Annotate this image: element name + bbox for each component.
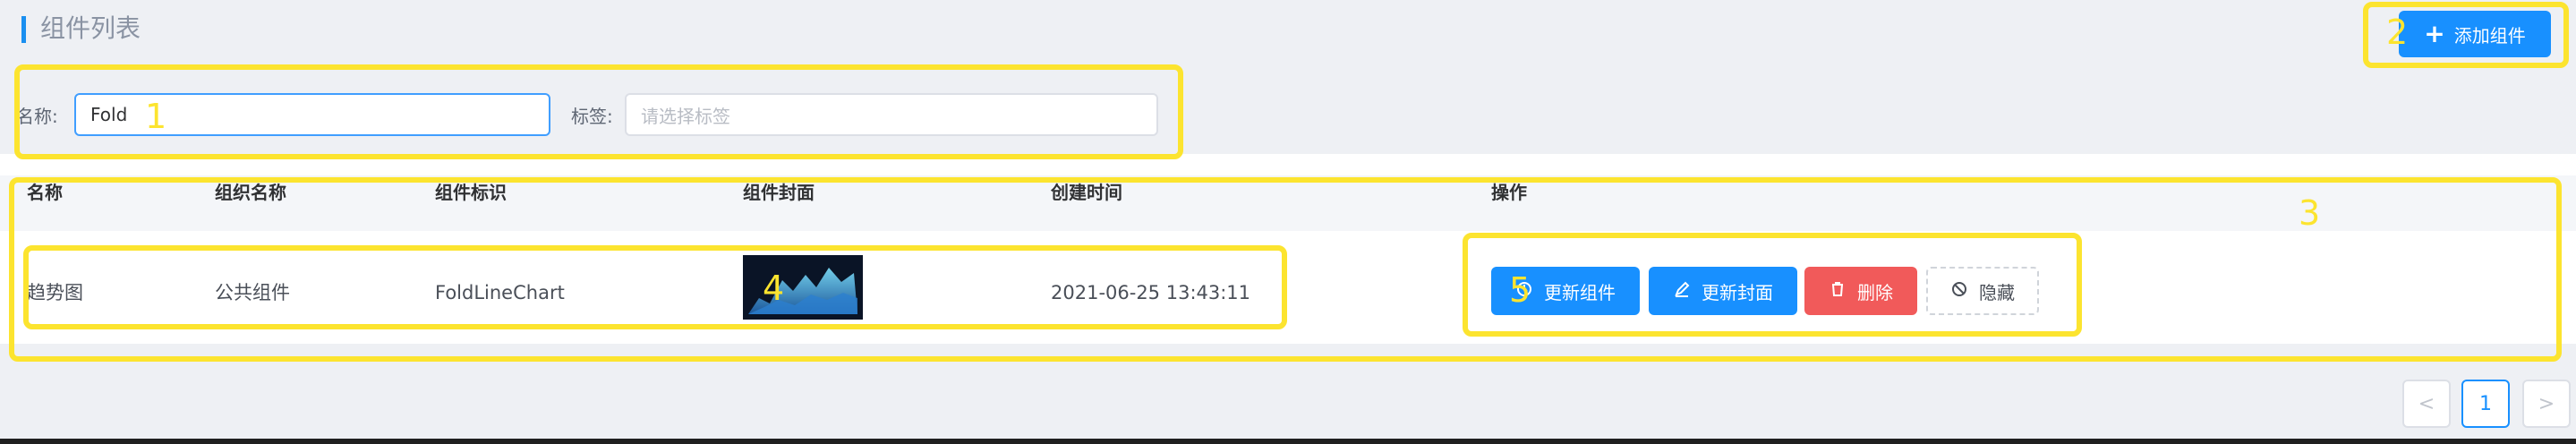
annotation-number-3: 3 (2299, 193, 2321, 233)
prev-page-button[interactable]: < (2402, 380, 2451, 428)
annotation-number-2: 2 (2386, 13, 2409, 52)
title-accent-bar (21, 16, 26, 43)
annotation-box-4 (23, 245, 1287, 329)
annotation-box-1 (14, 64, 1183, 159)
bottom-border (0, 439, 2576, 444)
annotation-number-4: 4 (763, 269, 785, 308)
annotation-number-1: 1 (145, 97, 167, 136)
page-title: 组件列表 (40, 13, 141, 43)
annotation-number-5: 5 (1509, 270, 1531, 310)
annotation-box-5 (1463, 233, 2082, 337)
next-page-button[interactable]: > (2522, 380, 2571, 428)
page-1-button[interactable]: 1 (2461, 380, 2510, 428)
